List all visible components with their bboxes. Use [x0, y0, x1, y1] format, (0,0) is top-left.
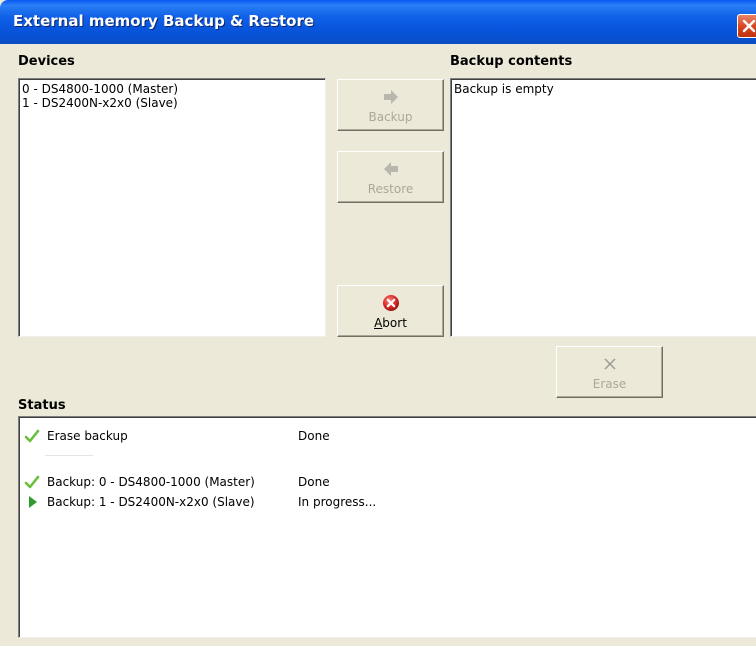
- status-row-name: Backup: 1 - DS2400N-x2x0 (Slave): [47, 495, 255, 509]
- devices-label: Devices: [18, 54, 75, 69]
- erase-button-label: Erase: [592, 377, 627, 391]
- status-row: Erase backup Done: [19, 428, 756, 444]
- status-separator: [45, 455, 93, 456]
- restore-button-label: Restore: [367, 182, 414, 196]
- restore-button[interactable]: Restore: [337, 151, 444, 203]
- arrow-left-icon: [383, 162, 398, 176]
- backup-contents-list[interactable]: Backup is empty: [450, 78, 756, 337]
- devices-list[interactable]: 0 - DS4800-1000 (Master) 1 - DS2400N-x2x…: [18, 78, 326, 337]
- status-row-name: Erase backup: [47, 429, 128, 443]
- backup-contents-label: Backup contents: [450, 54, 573, 69]
- window-title: External memory Backup & Restore: [13, 12, 315, 30]
- status-row: Backup: 1 - DS2400N-x2x0 (Slave) In prog…: [19, 494, 756, 510]
- backup-contents-item: Backup is empty: [454, 82, 554, 96]
- status-row-state: In progress...: [298, 495, 377, 509]
- x-icon: [603, 358, 616, 370]
- backup-button[interactable]: Backup: [337, 79, 444, 131]
- status-row-state: Done: [298, 475, 330, 489]
- play-arrow-icon: [29, 496, 37, 508]
- status-row: Backup: 0 - DS4800-1000 (Master) Done: [19, 474, 756, 490]
- checkmark-icon: [24, 429, 40, 443]
- status-row-state: Done: [298, 429, 330, 443]
- abort-label-rest: bort: [382, 316, 407, 330]
- status-list: Erase backup Done Backup: 0 - DS4800-100…: [18, 416, 756, 638]
- abort-button[interactable]: Abort: [337, 285, 444, 337]
- abort-button-label: Abort: [338, 316, 443, 330]
- close-button[interactable]: [737, 14, 756, 38]
- erase-button[interactable]: Erase: [556, 346, 663, 398]
- status-row-name: Backup: 0 - DS4800-1000 (Master): [47, 475, 255, 489]
- title-bar[interactable]: External memory Backup & Restore: [0, 0, 756, 44]
- arrow-right-icon: [383, 90, 398, 104]
- abort-icon: [382, 295, 399, 311]
- status-label: Status: [18, 398, 66, 413]
- dialog-window: External memory Backup & Restore Devices…: [0, 0, 756, 646]
- device-item-0[interactable]: 0 - DS4800-1000 (Master): [22, 82, 178, 96]
- backup-button-label: Backup: [368, 110, 413, 124]
- close-icon: [742, 19, 756, 33]
- checkmark-icon: [24, 475, 40, 489]
- device-item-1[interactable]: 1 - DS2400N-x2x0 (Slave): [22, 96, 178, 110]
